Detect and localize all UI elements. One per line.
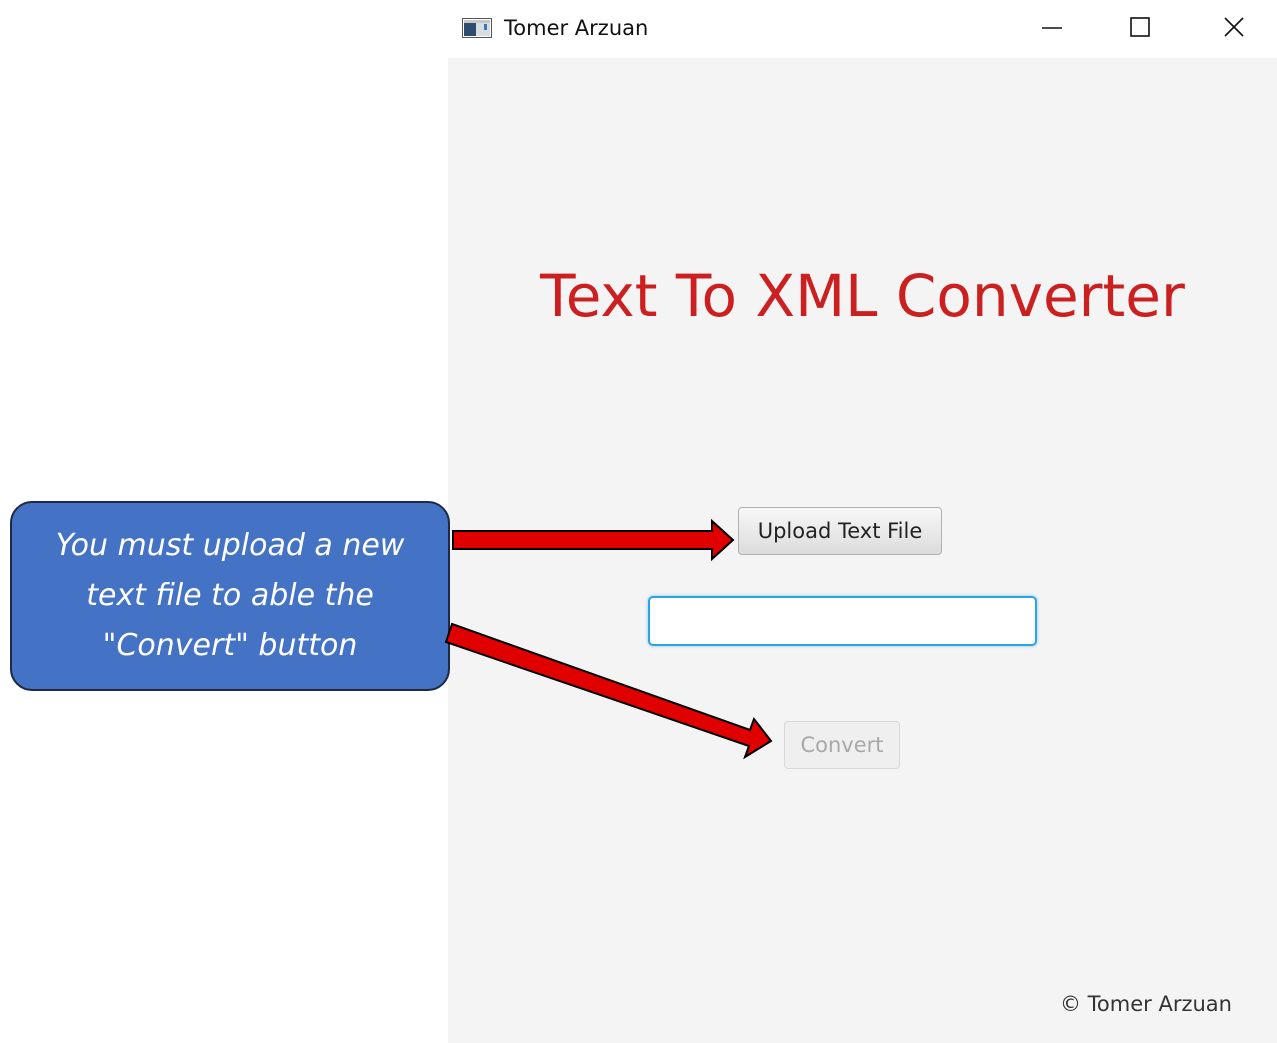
instruction-callout: You must upload a new text file to able … <box>10 501 450 691</box>
app-heading: Text To XML Converter <box>540 262 1185 330</box>
minimize-icon <box>1041 16 1063 42</box>
close-icon <box>1223 16 1245 42</box>
app-window: Tomer Arzuan Text To XML Converter Uploa… <box>448 0 1277 1043</box>
convert-button[interactable]: Convert <box>784 721 900 769</box>
callout-text: You must upload a new text file to able … <box>55 528 405 663</box>
file-path-field[interactable] <box>648 596 1037 646</box>
window-title: Tomer Arzuan <box>504 16 649 40</box>
maximize-button[interactable] <box>1111 0 1169 58</box>
maximize-icon <box>1129 16 1151 42</box>
upload-text-file-button[interactable]: Upload Text File <box>738 507 942 555</box>
minimize-button[interactable] <box>1023 0 1081 58</box>
copyright-text: © Tomer Arzuan <box>1060 992 1232 1016</box>
title-bar[interactable]: Tomer Arzuan <box>448 0 1277 58</box>
close-button[interactable] <box>1205 0 1263 58</box>
app-icon <box>462 18 492 38</box>
